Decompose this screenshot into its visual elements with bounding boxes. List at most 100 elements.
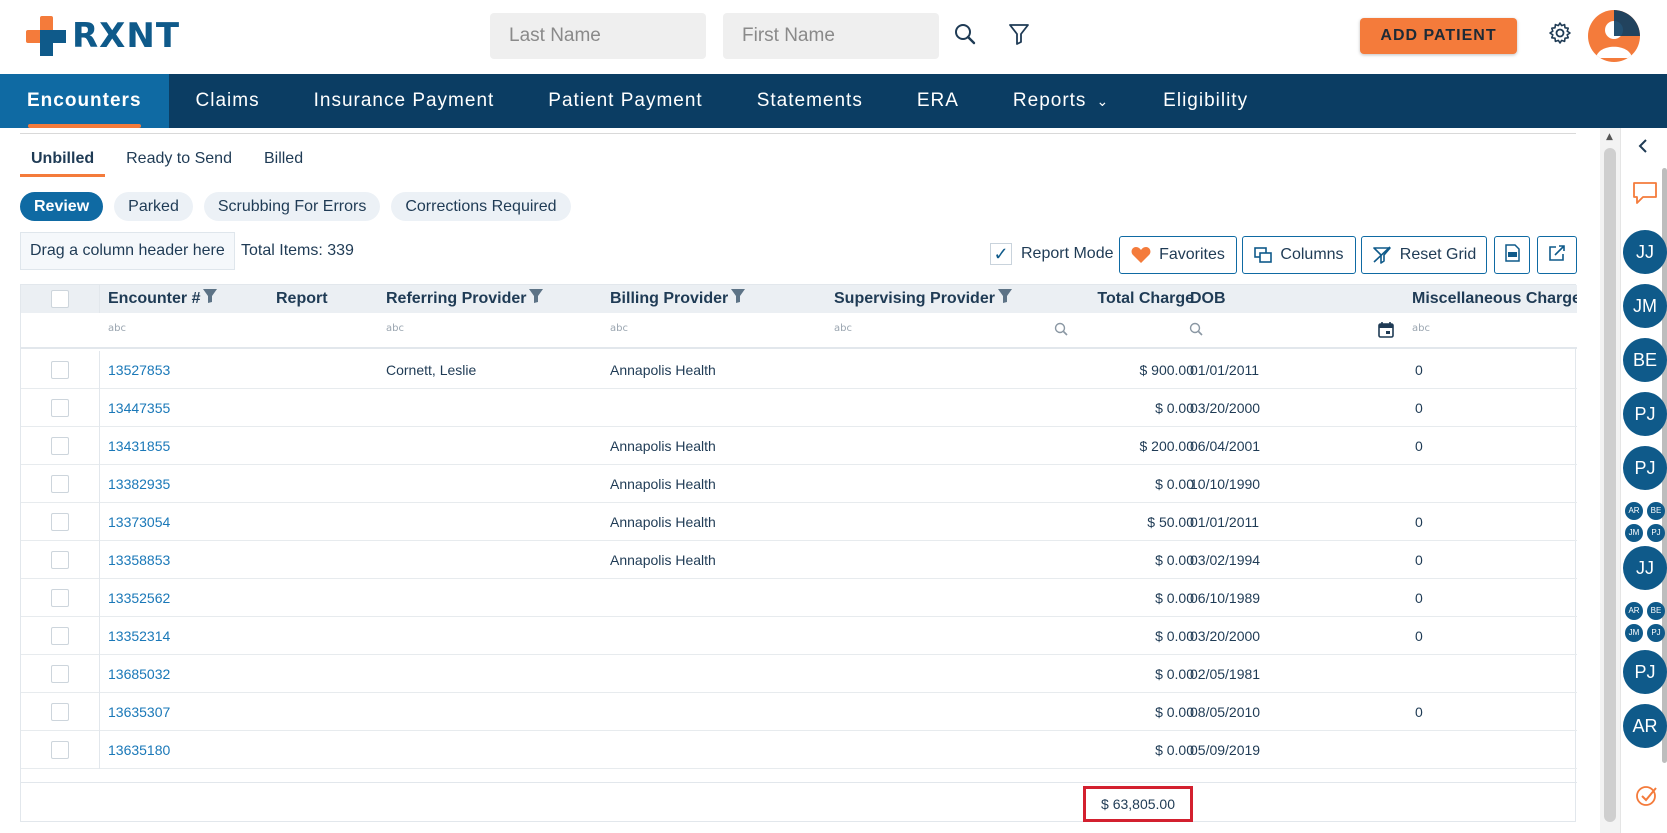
rail-group-avatar[interactable]: AR BE JM PJ	[1623, 600, 1667, 644]
col-header-misc-charges[interactable]: Miscellaneous Charges	[1412, 285, 1577, 313]
row-checkbox[interactable]	[51, 361, 69, 379]
select-all-checkbox[interactable]	[51, 290, 69, 308]
table-row[interactable]: 13358853 Annapolis Health $ 0.00 03/02/1994…	[21, 541, 1577, 579]
chip-parked[interactable]: Parked	[114, 192, 193, 221]
rail-avatar[interactable]: PJ	[1623, 392, 1667, 436]
cell-encounter[interactable]: 13447355	[108, 389, 170, 427]
chevron-left-icon[interactable]	[1637, 138, 1649, 158]
cell-encounter[interactable]: 13431855	[108, 427, 170, 465]
export-pdf-button[interactable]	[1494, 236, 1530, 274]
tab-unbilled[interactable]: Unbilled	[20, 150, 106, 177]
cell-encounter[interactable]: 13358853	[108, 541, 170, 579]
col-header-referring-provider[interactable]: Referring Provider	[386, 285, 544, 313]
row-checkbox[interactable]	[51, 589, 69, 607]
check-circle-icon[interactable]	[1635, 784, 1659, 812]
row-checkbox[interactable]	[51, 513, 69, 531]
cell-encounter[interactable]: 13635307	[108, 693, 170, 731]
table-row[interactable]: 13635307 $ 0.00 08/05/2010 0	[21, 693, 1577, 731]
search-filter-icon[interactable]	[1054, 322, 1068, 339]
cell-encounter[interactable]: 13352314	[108, 617, 170, 655]
search-filter-icon[interactable]	[1189, 322, 1203, 339]
nav-patient-payment[interactable]: Patient Payment	[521, 74, 729, 128]
table-row[interactable]: 13431855 Annapolis Health $ 200.00 06/04/20…	[21, 427, 1577, 465]
cell-encounter[interactable]: 13527853	[108, 351, 170, 389]
nav-statements[interactable]: Statements	[730, 74, 890, 128]
table-row[interactable]: 13635180 $ 0.00 05/09/2019	[21, 731, 1577, 769]
row-checkbox[interactable]	[51, 437, 69, 455]
table-row[interactable]: 13685032 $ 0.00 02/05/1981	[21, 655, 1577, 693]
export-button[interactable]	[1537, 236, 1577, 274]
calendar-icon[interactable]	[1378, 321, 1394, 341]
cell-encounter[interactable]: 13635180	[108, 731, 170, 769]
nav-era[interactable]: ERA	[890, 74, 986, 128]
row-checkbox[interactable]	[51, 399, 69, 417]
first-name-input[interactable]	[723, 13, 939, 59]
gear-icon[interactable]	[1548, 21, 1574, 47]
report-mode-toggle[interactable]: ✓ Report Mode	[990, 243, 1114, 265]
col-header-encounter[interactable]: Encounter #	[108, 285, 218, 313]
cell-encounter[interactable]: 13685032	[108, 655, 170, 693]
table-row[interactable]: 13447355 $ 0.00 03/20/2000 0	[21, 389, 1577, 427]
rail-avatar[interactable]: JJ	[1623, 546, 1667, 590]
text-filter-icon[interactable]: a͏b͏c	[610, 323, 628, 334]
col-header-total-charge[interactable]: Total Charge	[1061, 285, 1194, 313]
row-checkbox[interactable]	[51, 551, 69, 569]
col-header-supervising-provider[interactable]: Supervising Provider	[834, 285, 1012, 313]
vertical-scrollbar[interactable]: ▲	[1600, 128, 1620, 833]
cell-encounter[interactable]: 13382935	[108, 465, 170, 503]
text-filter-icon[interactable]: a͏b͏c	[1412, 323, 1430, 334]
table-row[interactable]: 13352562 $ 0.00 06/10/1989 0	[21, 579, 1577, 617]
col-header-billing-provider[interactable]: Billing Provider	[610, 285, 746, 313]
column-filter-icon[interactable]	[997, 285, 1012, 313]
col-header-report[interactable]: Report	[276, 285, 328, 313]
rail-avatar[interactable]: PJ	[1623, 446, 1667, 490]
add-patient-button[interactable]: ADD PATIENT	[1360, 18, 1517, 54]
cell-encounter[interactable]: 13373054	[108, 503, 170, 541]
cell-encounter[interactable]: 13352562	[108, 579, 170, 617]
scroll-up-icon[interactable]: ▲	[1606, 132, 1613, 142]
table-row[interactable]: 13373054 Annapolis Health $ 50.00 01/01/201…	[21, 503, 1577, 541]
filter-icon[interactable]	[1007, 22, 1033, 48]
rail-avatar[interactable]: AR	[1623, 704, 1667, 748]
reset-grid-button[interactable]: Reset Grid	[1361, 236, 1487, 274]
column-filter-icon[interactable]	[203, 285, 218, 313]
checkmark-icon[interactable]: ✓	[990, 243, 1012, 265]
text-filter-icon[interactable]: a͏b͏c	[386, 323, 404, 334]
nav-claims[interactable]: Claims	[169, 74, 287, 128]
column-filter-icon[interactable]	[731, 285, 746, 313]
columns-button[interactable]: Columns	[1242, 236, 1356, 274]
rail-avatar[interactable]: BE	[1623, 338, 1667, 382]
chat-icon[interactable]	[1631, 180, 1659, 210]
table-row[interactable]: 13382935 Annapolis Health $ 0.00 10/10/1990	[21, 465, 1577, 503]
chip-review[interactable]: Review	[20, 192, 104, 221]
row-checkbox[interactable]	[51, 703, 69, 721]
user-avatar-icon[interactable]	[1588, 10, 1640, 62]
row-checkbox[interactable]	[51, 627, 69, 645]
column-filter-icon[interactable]	[529, 285, 544, 313]
rxnt-logo[interactable]: RXNT	[26, 16, 180, 56]
favorites-button[interactable]: Favorites	[1119, 236, 1237, 274]
col-header-dob[interactable]: DOB	[1190, 285, 1226, 313]
rail-group-avatar[interactable]: AR BE JM PJ	[1623, 500, 1667, 544]
row-checkbox[interactable]	[51, 665, 69, 683]
nav-reports[interactable]: Reports ⌄	[986, 74, 1136, 128]
group-by-panel[interactable]: Drag a column header here	[20, 232, 235, 270]
nav-eligibility[interactable]: Eligibility	[1136, 74, 1275, 128]
rail-avatar[interactable]: PJ	[1623, 650, 1667, 694]
nav-encounters[interactable]: Encounters	[0, 74, 169, 128]
chip-scrubbing-for-errors[interactable]: Scrubbing For Errors	[203, 192, 381, 221]
table-row[interactable]: 13352314 $ 0.00 03/20/2000 0	[21, 617, 1577, 655]
last-name-input[interactable]	[490, 13, 706, 59]
row-checkbox[interactable]	[51, 741, 69, 759]
tab-billed[interactable]: Billed	[253, 150, 314, 177]
nav-insurance-payment[interactable]: Insurance Payment	[287, 74, 522, 128]
scrollbar-thumb[interactable]	[1604, 148, 1616, 822]
search-icon[interactable]	[953, 22, 979, 48]
text-filter-icon[interactable]: a͏b͏c	[108, 323, 126, 334]
text-filter-icon[interactable]: a͏b͏c	[834, 323, 852, 334]
chip-corrections-required[interactable]: Corrections Required	[391, 192, 571, 221]
tab-ready-to-send[interactable]: Ready to Send	[115, 150, 243, 177]
rail-avatar[interactable]: JM	[1623, 284, 1667, 328]
table-row[interactable]: 13527853 Cornett, Leslie Annapolis Health $…	[21, 351, 1577, 389]
rail-avatar[interactable]: JJ	[1623, 230, 1667, 274]
